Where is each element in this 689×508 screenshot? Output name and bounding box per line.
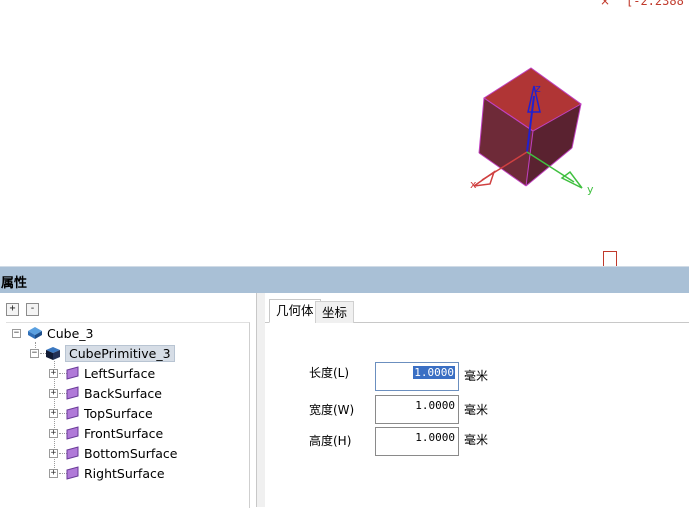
tree-node-label: BackSurface [84, 385, 162, 401]
collapse-all-button[interactable]: - [26, 303, 39, 316]
tree-node-surface[interactable]: + BottomSurface [49, 444, 177, 462]
pane-splitter[interactable] [257, 293, 265, 507]
surface-icon [64, 365, 80, 381]
surface-icon [64, 405, 80, 421]
tree-node-cube-primitive[interactable]: − CubePrimitive_3 [30, 344, 175, 362]
expand-toggle[interactable]: + [49, 368, 58, 378]
tree-node-label: BottomSurface [84, 445, 178, 461]
tab-strip: 几何体 坐标 [265, 299, 689, 323]
y-axis-label: y [587, 183, 594, 196]
tree-node-surface[interactable]: + FrontSurface [49, 424, 163, 442]
length-field[interactable]: 1.0000 [375, 362, 459, 391]
properties-panel-header: 属性 [0, 266, 689, 293]
tree-node-label: TopSurface [84, 405, 153, 421]
viewcube-marker[interactable] [603, 251, 617, 266]
height-label: 高度(H) [309, 434, 352, 448]
surface-icon [64, 445, 80, 461]
tree-node-label: RightSurface [84, 465, 165, 481]
collapse-toggle[interactable]: − [30, 348, 39, 358]
width-label: 宽度(W) [309, 403, 355, 417]
cube-icon [27, 325, 43, 341]
3d-viewport[interactable]: × [-2.2388 z x y [0, 0, 689, 266]
tab-geometry[interactable]: 几何体 [269, 299, 321, 323]
z-axis-label: z [535, 82, 541, 95]
expand-all-button[interactable]: + [6, 303, 19, 316]
surface-icon [64, 425, 80, 441]
expand-toggle[interactable]: + [49, 468, 58, 478]
width-field[interactable]: 1.0000 [375, 395, 459, 424]
tree-node-label: FrontSurface [84, 425, 164, 441]
tree-node-cube[interactable]: − Cube_3 [12, 324, 93, 342]
tree-node-surface[interactable]: + RightSurface [49, 464, 165, 482]
cube-primitive-icon [45, 345, 61, 361]
properties-pane: 几何体 坐标 长度(L) 1.0000 毫米 宽度(W) 1.0000 毫米 高… [265, 293, 689, 507]
surface-icon [64, 385, 80, 401]
tree-node-surface[interactable]: + TopSurface [49, 404, 153, 422]
surface-icon [64, 465, 80, 481]
length-label: 长度(L) [309, 366, 350, 380]
cube-scene[interactable]: z x y [0, 0, 689, 266]
tab-coordinates[interactable]: 坐标 [315, 301, 355, 323]
tree-node-surface[interactable]: + BackSurface [49, 384, 162, 402]
tree-node-label: LeftSurface [84, 365, 156, 381]
expand-toggle[interactable]: + [49, 388, 58, 398]
tree-node-surface[interactable]: + LeftSurface [49, 364, 155, 382]
panel-title: 属性 [1, 276, 28, 291]
x-axis-label: x [470, 178, 477, 191]
length-value: 1.0000 [413, 366, 455, 379]
height-value: 1.0000 [415, 431, 455, 444]
length-unit: 毫米 [464, 369, 489, 383]
expand-toggle[interactable]: + [49, 428, 58, 438]
width-unit: 毫米 [464, 403, 489, 417]
width-value: 1.0000 [415, 399, 455, 412]
expand-toggle[interactable]: + [49, 448, 58, 458]
expand-toggle[interactable]: + [49, 408, 58, 418]
object-tree: − Cube_3 − CubePrimitive_3 + LeftSurface… [6, 322, 250, 508]
height-field[interactable]: 1.0000 [375, 427, 459, 456]
height-unit: 毫米 [464, 433, 489, 447]
tree-node-label: Cube_3 [47, 325, 94, 341]
collapse-toggle[interactable]: − [12, 328, 21, 338]
tree-pane: + - − Cube_3 − CubePrimitive_3 + LeftSur… [0, 293, 257, 508]
tree-node-label: CubePrimitive_3 [65, 344, 175, 362]
